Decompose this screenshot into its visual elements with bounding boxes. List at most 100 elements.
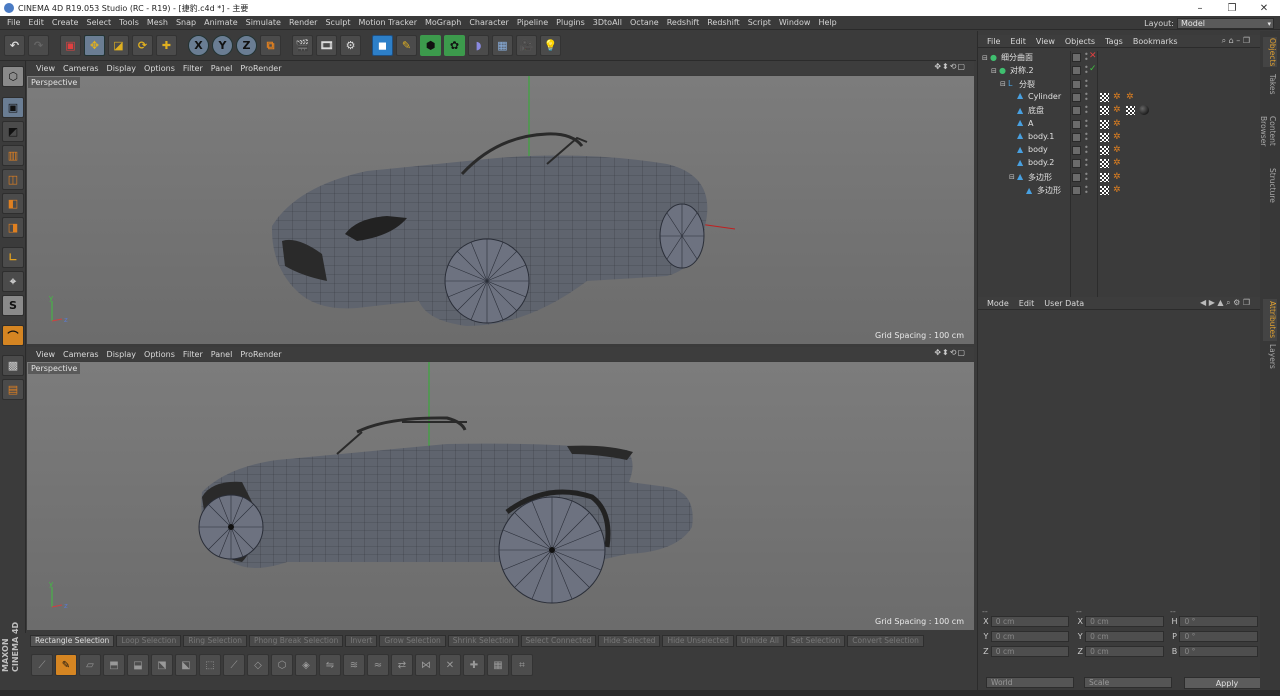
object-row[interactable]: ▲ A • • ✲ [978,117,1261,131]
layer-visibility-icon[interactable] [1072,186,1081,195]
object-name[interactable]: body.1 [1028,132,1054,141]
viewport-1-menu-filter[interactable]: Filter [179,64,207,73]
menu-item-redshift[interactable]: Redshift [663,18,703,27]
locked-workplane-icon[interactable]: ▤ [2,379,24,400]
disabled-cross-icon[interactable]: ✕ [1089,51,1097,61]
selection-tag-icon[interactable]: ✲ [1113,92,1122,102]
object-row[interactable]: ▲ 底盘 • • ✲ [978,104,1261,117]
phong-tag-icon[interactable] [1100,172,1109,182]
menu-item-redshift[interactable]: Redshift [703,18,743,27]
coord-value-field[interactable]: 0 cm [990,615,1070,627]
polygon-pen-icon[interactable]: ▱ [79,654,101,676]
layer-visibility-icon[interactable] [1072,53,1081,62]
make-editable-icon[interactable]: ⬡ [2,66,24,87]
tweak-mode-icon[interactable]: ⌖ [2,271,24,292]
selection-tool-loop-selection[interactable]: Loop Selection [116,635,182,647]
viewport-1-menu-display[interactable]: Display [103,64,141,73]
side-tab-takes[interactable]: Takes [1263,73,1277,95]
edges-mode-icon[interactable]: ◧ [2,193,24,214]
editor-render-dots-icon[interactable]: • • [1084,64,1089,77]
phong-tag-icon[interactable] [1100,132,1109,142]
viewport-1-menu-cameras[interactable]: Cameras [59,64,103,73]
viewport-1-menu-options[interactable]: Options [140,64,179,73]
selection-tool-hide-selected[interactable]: Hide Selected [598,635,661,647]
selection-tag-icon[interactable]: ✲ [1113,132,1122,142]
menu-item-tools[interactable]: Tools [115,18,143,27]
cube-primitive-icon[interactable]: ◼ [372,35,393,56]
layer-visibility-icon[interactable] [1072,146,1081,156]
close-icon[interactable]: ✕ [1248,3,1280,14]
objects-menu-tags[interactable]: Tags [1100,37,1128,46]
viewport-2-nav-icons[interactable]: ✥⬍⟲▢ [930,348,970,357]
weld-icon[interactable]: ◈ [295,654,317,676]
menu-item-select[interactable]: Select [82,18,115,27]
coord-value-field[interactable]: 0 cm [1085,645,1164,657]
model-mode-icon[interactable]: ▣ [2,97,24,118]
layer-visibility-icon[interactable] [1072,106,1081,116]
selection-tool-unhide-all[interactable]: Unhide All [735,635,784,647]
stitch-icon[interactable]: ⬡ [271,654,293,676]
pen-spline-icon[interactable]: ✎ [396,35,417,56]
texture-mode-icon[interactable]: ◩ [2,121,24,142]
knife-tool-icon[interactable]: ⟋ [31,654,53,676]
scale-tool-icon[interactable]: ◪ [108,35,129,56]
menu-item-file[interactable]: File [3,18,24,27]
object-row[interactable]: ⊟ ● 对称.2 • • ✓ [978,64,1261,77]
render-picture-viewer-icon[interactable]: 🎞 [316,35,337,56]
selection-tool-phong-break-selection[interactable]: Phong Break Selection [249,635,344,647]
side-tab-structure[interactable]: Structure [1263,165,1277,205]
phong-tag-icon[interactable] [1126,106,1135,116]
light-icon[interactable]: 💡 [540,35,561,56]
object-name[interactable]: body [1028,145,1048,154]
object-name[interactable]: 多边形 [1028,172,1052,183]
viewport-2[interactable]: y z Perspective Grid Spacing : 100 cm [27,362,974,630]
loop-cut-icon[interactable]: ⬚ [199,654,221,676]
transform-mode-dropdown[interactable]: Scale [1084,677,1172,688]
line-cut-icon[interactable]: ⟋ [223,654,245,676]
menu-item-window[interactable]: Window [775,18,815,27]
object-name[interactable]: 对称.2 [1010,65,1034,76]
object-row[interactable]: ▲ body.1 • • ✲ [978,130,1261,144]
selection-tag-icon[interactable]: ✲ [1126,92,1135,102]
expand-toggle-icon[interactable]: ⊟ [1000,80,1008,88]
recent-tool-icon[interactable]: ✚ [156,35,177,56]
attributes-menu-mode[interactable]: Mode [982,299,1014,308]
object-row[interactable]: ▲ Cylinder • • ✲ ✲ [978,90,1261,104]
phong-tag-icon[interactable] [1100,146,1109,156]
smooth-shift-icon[interactable]: ✕ [439,654,461,676]
layer-visibility-icon[interactable] [1072,172,1081,182]
editor-render-dots-icon[interactable]: • • [1084,104,1089,117]
phong-tag-icon[interactable] [1100,92,1109,102]
axis-y-toggle[interactable]: Y [212,35,233,56]
viewport-2-menu-display[interactable]: Display [103,350,141,359]
expand-toggle-icon[interactable] [1009,107,1017,115]
expand-toggle-icon[interactable] [1009,132,1017,140]
menu-item-pipeline[interactable]: Pipeline [513,18,552,27]
viewport-2-menu-panel[interactable]: Panel [207,350,237,359]
viewport-2-menu-prorender[interactable]: ProRender [236,350,285,359]
menu-item-help[interactable]: Help [814,18,840,27]
expand-toggle-icon[interactable]: ⊟ [982,54,990,62]
selection-tool-ring-selection[interactable]: Ring Selection [183,635,248,647]
redo-button[interactable]: ↷ [28,35,49,56]
objects-menu-file[interactable]: File [982,37,1005,46]
selection-tag-icon[interactable]: ✲ [1113,172,1122,182]
object-name[interactable]: 多边形 [1037,185,1061,196]
layer-visibility-icon[interactable] [1072,92,1081,102]
menu-item-mesh[interactable]: Mesh [143,18,172,27]
expand-toggle-icon[interactable] [1009,146,1017,154]
viewport-1-menu-view[interactable]: View [32,64,59,73]
menu-item-render[interactable]: Render [285,18,321,27]
editor-render-dots-icon[interactable]: • • [1084,77,1089,90]
menu-item-motion-tracker[interactable]: Motion Tracker [354,18,421,27]
slide-icon[interactable]: ⇋ [319,654,341,676]
menu-item-character[interactable]: Character [465,18,513,27]
normal-move-icon[interactable]: ✚ [463,654,485,676]
brush-tool-icon[interactable]: ✎ [55,654,77,676]
expand-toggle-icon[interactable]: ⊟ [1009,173,1017,181]
expand-toggle-icon[interactable] [1018,187,1026,195]
phong-tag-icon[interactable] [1100,186,1109,195]
selection-tool-invert[interactable]: Invert [345,635,378,647]
side-tab-content-browser[interactable]: Content Browser [1259,101,1277,161]
magnet-icon[interactable]: ≈ [367,654,389,676]
